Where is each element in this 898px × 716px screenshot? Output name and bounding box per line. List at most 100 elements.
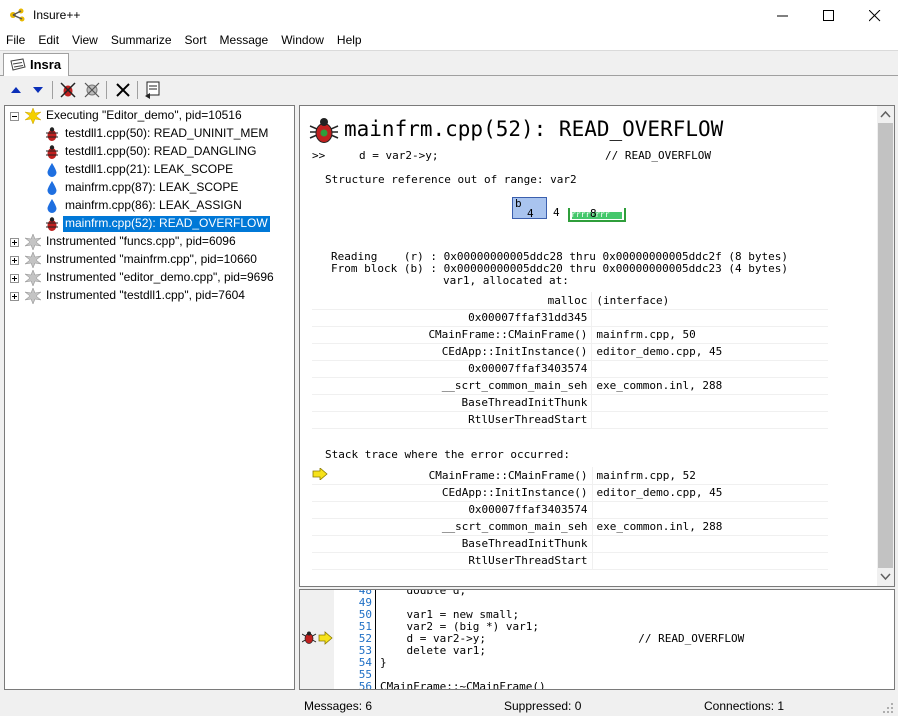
title-bar: Insure++ [0,0,898,31]
bug-icon [46,127,58,141]
stack-function: 0x00007ffaf31dd345 [331,309,593,327]
tree-node-instrumented[interactable]: Instrumented "mainfrm.cpp", pid=10660 [5,251,294,269]
current-frame-arrow-icon [312,466,328,481]
tree-leaf-message[interactable]: testdll1.cpp(21): LEAK_SCOPE [5,161,294,179]
stack-location [591,411,828,429]
menu-message[interactable]: Message [214,31,276,50]
close-icon [869,10,881,22]
report-export-icon [145,81,160,99]
tree-expander-expanded[interactable] [10,112,19,121]
tree-leaf-label: testdll1.cpp(50): READ_UNINIT_MEM [65,126,269,140]
stack-location: mainfrm.cpp, 52 [592,467,828,485]
menu-window[interactable]: Window [275,31,331,50]
stack-location: exe_common.inl, 288 [592,518,828,536]
bug-icon [46,217,58,231]
stack-function: BaseThreadInitThunk [331,535,593,553]
previous-message-button[interactable] [6,80,26,100]
table-row[interactable]: __scrt_common_main_seh exe_common.inl, 28… [312,518,828,536]
tree-node-label: Instrumented "mainfrm.cpp", pid=10660 [46,252,257,266]
tab-insra[interactable]: Insra [3,53,69,76]
code-line-prefix: >> [312,149,326,162]
export-report-button[interactable] [143,80,163,100]
table-row[interactable]: malloc (interface) [312,292,828,310]
messages-count: Messages: 6 [304,699,373,713]
menu-bar: File Edit View Summarize Sort Message Wi… [0,31,898,50]
tree-leaf-message-selected[interactable]: mainfrm.cpp(52): READ_OVERFLOW [5,215,294,233]
stack-location: editor_demo.cpp, 45 [591,343,828,361]
menu-help[interactable]: Help [331,31,369,50]
menu-sort[interactable]: Sort [179,31,214,50]
tree-leaf-label: mainfrm.cpp(86): LEAK_ASSIGN [65,198,242,212]
line-number: 56 [358,680,372,690]
tree-expander-collapsed[interactable] [10,256,19,265]
gear-burst-icon [25,288,41,304]
insra-tab-icon [10,58,26,71]
table-row-current[interactable]: CMainFrame::CMainFrame() mainfrm.cpp, 52 [312,466,828,485]
tree-leaf-message[interactable]: testdll1.cpp(50): READ_UNINIT_MEM [5,125,294,143]
stack-function: CMainFrame::CMainFrame() [331,326,593,344]
scrollbar-thumb[interactable] [878,123,893,568]
source-view[interactable]: 48 double d; 49 50 var1 = new small; 51 … [299,589,895,690]
suppress-message-button[interactable] [58,80,78,100]
stack-location: (interface) [591,292,828,310]
gear-burst-icon [25,234,41,250]
scroll-up-icon[interactable] [880,110,891,118]
allocation-stack-table: malloc (interface) 0x00007ffaf31dd345 CMa… [312,292,828,429]
menu-file[interactable]: File [0,31,32,50]
bug-delete-icon [60,82,76,98]
delete-button[interactable] [113,80,133,100]
menu-view[interactable]: View [66,31,105,50]
table-row[interactable]: 0x00007ffaf31dd345 [312,309,828,327]
tree-node-instrumented[interactable]: Instrumented "funcs.cpp", pid=6096 [5,233,294,251]
stack-function: malloc [331,292,593,310]
report-scrollbar[interactable] [877,106,894,586]
stack-function: RtlUserThreadStart [331,552,593,570]
toolbar-divider [52,81,53,99]
tree-expander-collapsed[interactable] [10,274,19,283]
next-message-button[interactable] [28,80,48,100]
tree-node-instrumented[interactable]: Instrumented "testdll1.cpp", pid=7604 [5,287,294,305]
close-button[interactable] [852,0,898,31]
memory-block-box: b 4 [512,197,547,220]
maximize-button[interactable] [806,0,852,31]
table-row[interactable]: 0x00007ffaf3403574 [312,360,828,378]
tree-expander-collapsed[interactable] [10,292,19,301]
table-row[interactable]: RtlUserThreadStart [312,552,828,570]
tab-strip: Insra [0,51,898,76]
minimize-button[interactable] [760,0,806,31]
table-row[interactable]: CEdApp::InitInstance() editor_demo.cpp, 4… [312,484,828,502]
tree-node-label: Instrumented "funcs.cpp", pid=6096 [46,234,236,248]
delete-x-icon [116,83,130,97]
stack-location [591,309,828,327]
tree-leaf-message[interactable]: mainfrm.cpp(86): LEAK_ASSIGN [5,197,294,215]
table-row[interactable]: __scrt_common_main_seh exe_common.inl, 28… [312,377,828,395]
menu-edit[interactable]: Edit [32,31,66,50]
table-row[interactable]: CEdApp::InitInstance() editor_demo.cpp, 4… [312,343,828,361]
table-row[interactable]: RtlUserThreadStart [312,411,828,429]
message-tree[interactable]: Executing "Editor_demo", pid=10516 testd… [4,105,295,690]
scroll-down-icon[interactable] [880,573,891,581]
table-row[interactable]: 0x00007ffaf3403574 [312,501,828,519]
source-line: double d; [380,589,467,597]
error-stack-table: CMainFrame::CMainFrame() mainfrm.cpp, 52 … [312,466,828,570]
menu-summarize[interactable]: Summarize [105,31,179,50]
block-label: b [515,197,522,210]
read-region-bracket: rrrrrrrr [568,208,626,222]
tree-leaf-label: testdll1.cpp(50): READ_DANGLING [65,144,257,158]
bug-icon [46,145,58,159]
table-row[interactable]: BaseThreadInitThunk [312,535,828,553]
tree-leaf-message[interactable]: mainfrm.cpp(87): LEAK_SCOPE [5,179,294,197]
stack-function: CMainFrame::CMainFrame() [331,467,593,485]
drop-icon [47,163,57,177]
tree-leaf-message[interactable]: testdll1.cpp(50): READ_DANGLING [5,143,294,161]
gap-label: 4 [553,206,560,219]
resize-grip-icon[interactable] [882,702,894,714]
table-row[interactable]: BaseThreadInitThunk [312,394,828,412]
tree-expander-collapsed[interactable] [10,238,19,247]
tree-node-instrumented[interactable]: Instrumented "editor_demo.cpp", pid=9696 [5,269,294,287]
suppress-all-button[interactable] [82,80,102,100]
table-row[interactable]: CMainFrame::CMainFrame() mainfrm.cpp, 50 [312,326,828,344]
tree-node-executing[interactable]: Executing "Editor_demo", pid=10516 [5,107,294,125]
message-report[interactable]: mainfrm.cpp(52): READ_OVERFLOW >> d = va… [299,105,895,587]
status-bar: Messages: 6 Suppressed: 0 Connections: 1 [0,694,898,716]
